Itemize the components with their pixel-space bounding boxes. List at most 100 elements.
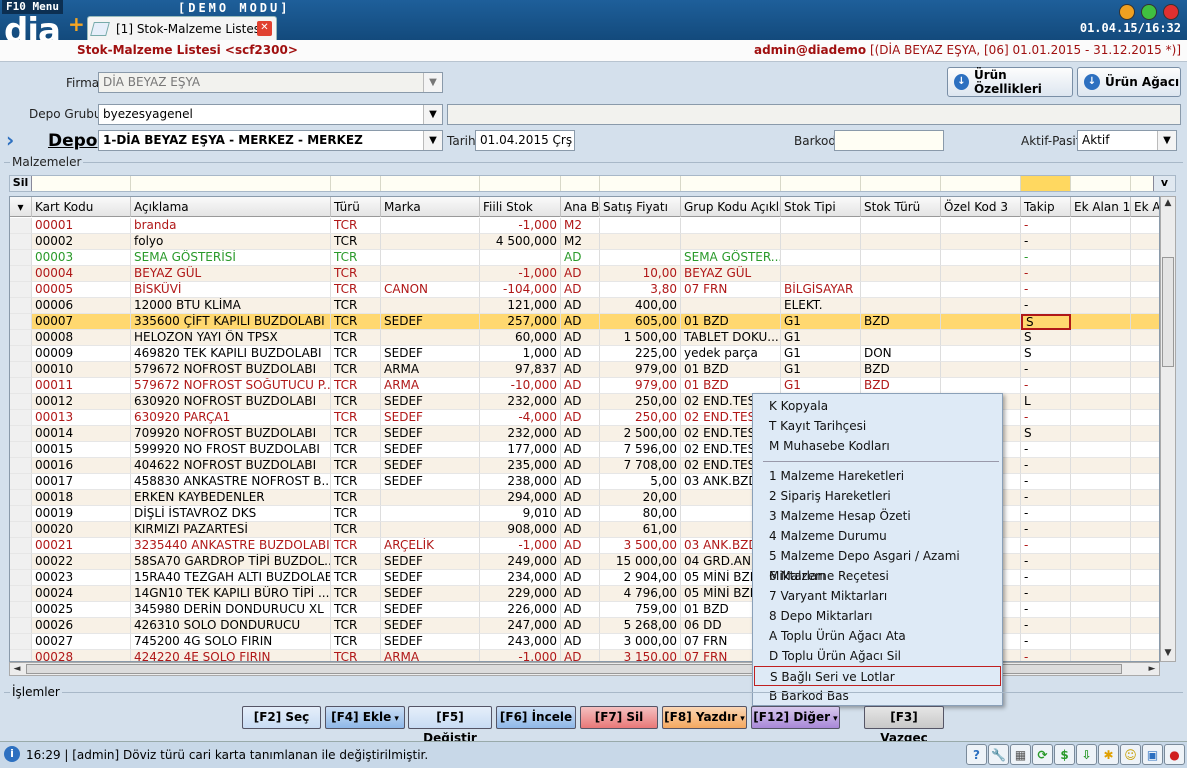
column-header[interactable]: Fiili Stok bbox=[480, 197, 561, 217]
row-indicator[interactable] bbox=[10, 346, 32, 362]
row-indicator[interactable] bbox=[10, 426, 32, 442]
filter-cell[interactable] bbox=[861, 176, 941, 191]
row-indicator[interactable] bbox=[10, 362, 32, 378]
filter-cell[interactable] bbox=[381, 176, 480, 191]
wrench-icon[interactable]: 🔧 bbox=[988, 744, 1009, 765]
column-header[interactable]: Takip bbox=[1021, 197, 1071, 217]
table-row[interactable]: 00009 469820 TEK KAPILI BUZDOLABI TCR SEDEF… bbox=[10, 346, 1159, 362]
new-tab-plus-icon[interactable]: + bbox=[68, 12, 85, 36]
table-row[interactable]: 00011 579672 NOFROST SOĞUTUCU P... TCR ARMA… bbox=[10, 378, 1159, 394]
scroll-up-icon[interactable]: ▲ bbox=[1161, 197, 1175, 211]
menu-item[interactable]: K Kopyala bbox=[754, 396, 1001, 416]
scroll-left-icon[interactable]: ◄ bbox=[10, 663, 24, 677]
row-indicator[interactable] bbox=[10, 538, 32, 554]
menu-item[interactable]: 4 Malzeme Durumu bbox=[754, 526, 1001, 546]
maximize-icon[interactable] bbox=[1141, 4, 1157, 20]
filter-cell[interactable] bbox=[1021, 176, 1071, 191]
table-row[interactable]: 00002 folyo TCR 4 500,000 M2 - bbox=[10, 234, 1159, 250]
clear-filter-button[interactable]: Sil bbox=[10, 176, 32, 191]
scroll-thumb[interactable] bbox=[1162, 257, 1174, 367]
column-header[interactable]: Ek A bbox=[1131, 197, 1159, 217]
function-button[interactable]: [F2] Seç bbox=[242, 706, 321, 729]
row-indicator[interactable] bbox=[10, 378, 32, 394]
chevron-down-icon[interactable]: ▼ bbox=[423, 105, 442, 124]
row-indicator[interactable] bbox=[10, 602, 32, 618]
menu-item[interactable]: A Toplu Ürün Ağacı Ata bbox=[754, 626, 1001, 646]
column-header[interactable]: Açıklama bbox=[131, 197, 331, 217]
scroll-right-icon[interactable]: ► bbox=[1145, 663, 1159, 677]
table-row[interactable]: 00005 BİSKÜVİ TCR CANON -104,000 AD 3,80 07 FRN… bbox=[10, 282, 1159, 298]
filter-cell[interactable] bbox=[331, 176, 381, 191]
row-indicator[interactable] bbox=[10, 298, 32, 314]
row-indicator[interactable] bbox=[10, 506, 32, 522]
row-indicator[interactable] bbox=[10, 586, 32, 602]
menu-item[interactable]: 3 Malzeme Hesap Özeti bbox=[754, 506, 1001, 526]
filter-cell[interactable] bbox=[941, 176, 1021, 191]
filter-cell[interactable] bbox=[480, 176, 561, 191]
vertical-scrollbar[interactable]: ▲ ▼ bbox=[1160, 196, 1176, 662]
minimize-icon[interactable] bbox=[1119, 4, 1135, 20]
row-indicator[interactable] bbox=[10, 442, 32, 458]
smiley-icon[interactable]: ☺ bbox=[1120, 744, 1141, 765]
row-indicator[interactable] bbox=[10, 250, 32, 266]
chevron-down-icon[interactable]: ▼ bbox=[423, 73, 442, 92]
column-header[interactable]: Ana B bbox=[561, 197, 600, 217]
calculator-icon[interactable]: ▦ bbox=[1010, 744, 1031, 765]
row-indicator[interactable] bbox=[10, 490, 32, 506]
menu-item[interactable]: 1 Malzeme Hareketleri bbox=[754, 466, 1001, 486]
row-indicator[interactable] bbox=[10, 522, 32, 538]
menu-item[interactable]: 2 Sipariş Hareketleri bbox=[754, 486, 1001, 506]
column-header[interactable]: Stok Türü bbox=[861, 197, 941, 217]
filter-row[interactable]: Sil v bbox=[9, 175, 1176, 192]
chevron-down-icon[interactable]: ▾ bbox=[830, 714, 838, 724]
aktif-pasif-select[interactable]: Aktif ▼ bbox=[1077, 130, 1177, 151]
help-icon[interactable]: ? bbox=[966, 744, 987, 765]
table-row[interactable]: 00001 branda TCR -1,000 M2 - bbox=[10, 218, 1159, 234]
firma-field[interactable]: DİA BEYAZ EŞYA ▼ bbox=[98, 72, 443, 93]
filter-cell[interactable] bbox=[32, 176, 131, 191]
lock-icon[interactable]: ▣ bbox=[1142, 744, 1163, 765]
menu-item[interactable]: B Barkod Bas bbox=[754, 686, 1001, 706]
function-button[interactable]: [F8] Yazdır ▾ bbox=[662, 706, 747, 729]
filter-cell[interactable] bbox=[681, 176, 781, 191]
function-button[interactable]: [F3] Vazgeç bbox=[864, 706, 944, 745]
tab-stok-malzeme-listesi[interactable]: [1] Stok-Malzeme Listesi ✕ bbox=[87, 16, 277, 40]
row-indicator[interactable] bbox=[10, 410, 32, 426]
filter-cell[interactable] bbox=[131, 176, 331, 191]
function-button[interactable]: [F4] Ekle ▾ bbox=[325, 706, 405, 729]
row-indicator[interactable] bbox=[10, 234, 32, 250]
column-header[interactable]: Stok Tipi bbox=[781, 197, 861, 217]
table-row[interactable]: 00008 HELOZON YAYI ÖN TPSX TCR 60,000 AD 1 50… bbox=[10, 330, 1159, 346]
table-row[interactable]: 00004 BEYAZ GÜL TCR -1,000 AD 10,00 BEYAZ GÜL - bbox=[10, 266, 1159, 282]
row-indicator[interactable] bbox=[10, 218, 32, 234]
table-row[interactable]: 00006 12000 BTU KLİMA TCR 121,000 AD 400,00 EL… bbox=[10, 298, 1159, 314]
row-indicator[interactable] bbox=[10, 458, 32, 474]
menu-item[interactable]: D Toplu Ürün Ağacı Sil bbox=[754, 646, 1001, 666]
menu-item[interactable]: 5 Malzeme Depo Asgari / Azami Miktarları bbox=[754, 546, 1001, 583]
urun-ozellikleri-button[interactable]: ↓ Ürün Özellikleri bbox=[947, 67, 1073, 97]
scroll-down-icon[interactable]: ▼ bbox=[1161, 647, 1175, 661]
table-row[interactable]: 00003 SEMA GÖSTERİSİ TCR AD SEMA GÖSTER... - bbox=[10, 250, 1159, 266]
power-icon[interactable]: ● bbox=[1164, 744, 1185, 765]
chevron-down-icon[interactable]: ▾ bbox=[391, 714, 399, 724]
column-header[interactable]: Marka bbox=[381, 197, 480, 217]
row-indicator[interactable] bbox=[10, 330, 32, 346]
tarih-field[interactable]: 01.04.2015 Çrş bbox=[475, 130, 575, 151]
grid-menu-icon[interactable]: ▾ bbox=[10, 197, 32, 217]
column-chooser-button[interactable]: v bbox=[1153, 176, 1175, 191]
filter-cell[interactable] bbox=[1071, 176, 1131, 191]
close-tab-icon[interactable]: ✕ bbox=[257, 21, 272, 36]
column-header[interactable]: Türü bbox=[331, 197, 381, 217]
function-button[interactable]: [F6] İncele bbox=[496, 706, 576, 729]
row-indicator[interactable] bbox=[10, 570, 32, 586]
function-button[interactable]: [F7] Sil bbox=[580, 706, 658, 729]
urun-agaci-button[interactable]: ↓ Ürün Ağacı bbox=[1077, 67, 1181, 97]
barkod-field[interactable] bbox=[834, 130, 944, 151]
table-row[interactable]: 00010 579672 NOFROST BUZDOLABI TCR ARMA 97,8… bbox=[10, 362, 1159, 378]
chevron-down-icon[interactable]: ▾ bbox=[737, 714, 745, 724]
column-header[interactable]: Ek Alan 1 bbox=[1071, 197, 1131, 217]
row-indicator[interactable] bbox=[10, 314, 32, 330]
column-header[interactable]: Kart Kodu bbox=[32, 197, 131, 217]
function-button[interactable]: [F5] Değiştir bbox=[408, 706, 492, 745]
download-icon[interactable]: ⇩ bbox=[1076, 744, 1097, 765]
